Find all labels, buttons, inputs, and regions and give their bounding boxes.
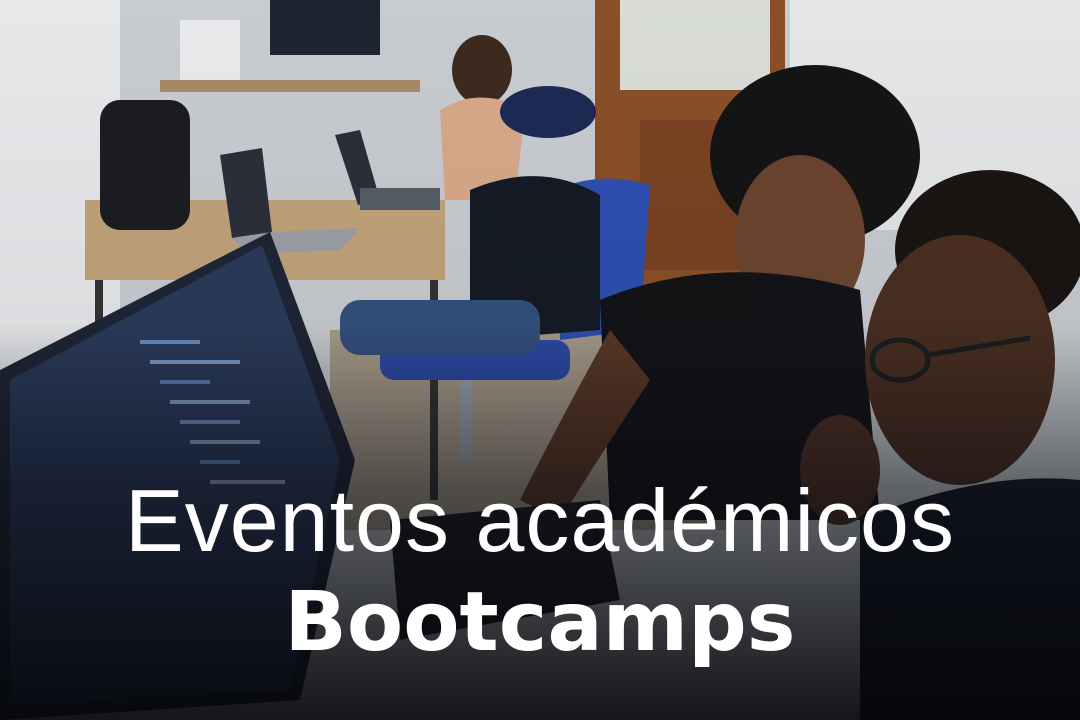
hero-banner: Eventos académicos Bootcamps bbox=[0, 0, 1080, 720]
headline-line-2: Bootcamps bbox=[284, 575, 796, 670]
headline-line-1: Eventos académicos bbox=[125, 471, 955, 570]
